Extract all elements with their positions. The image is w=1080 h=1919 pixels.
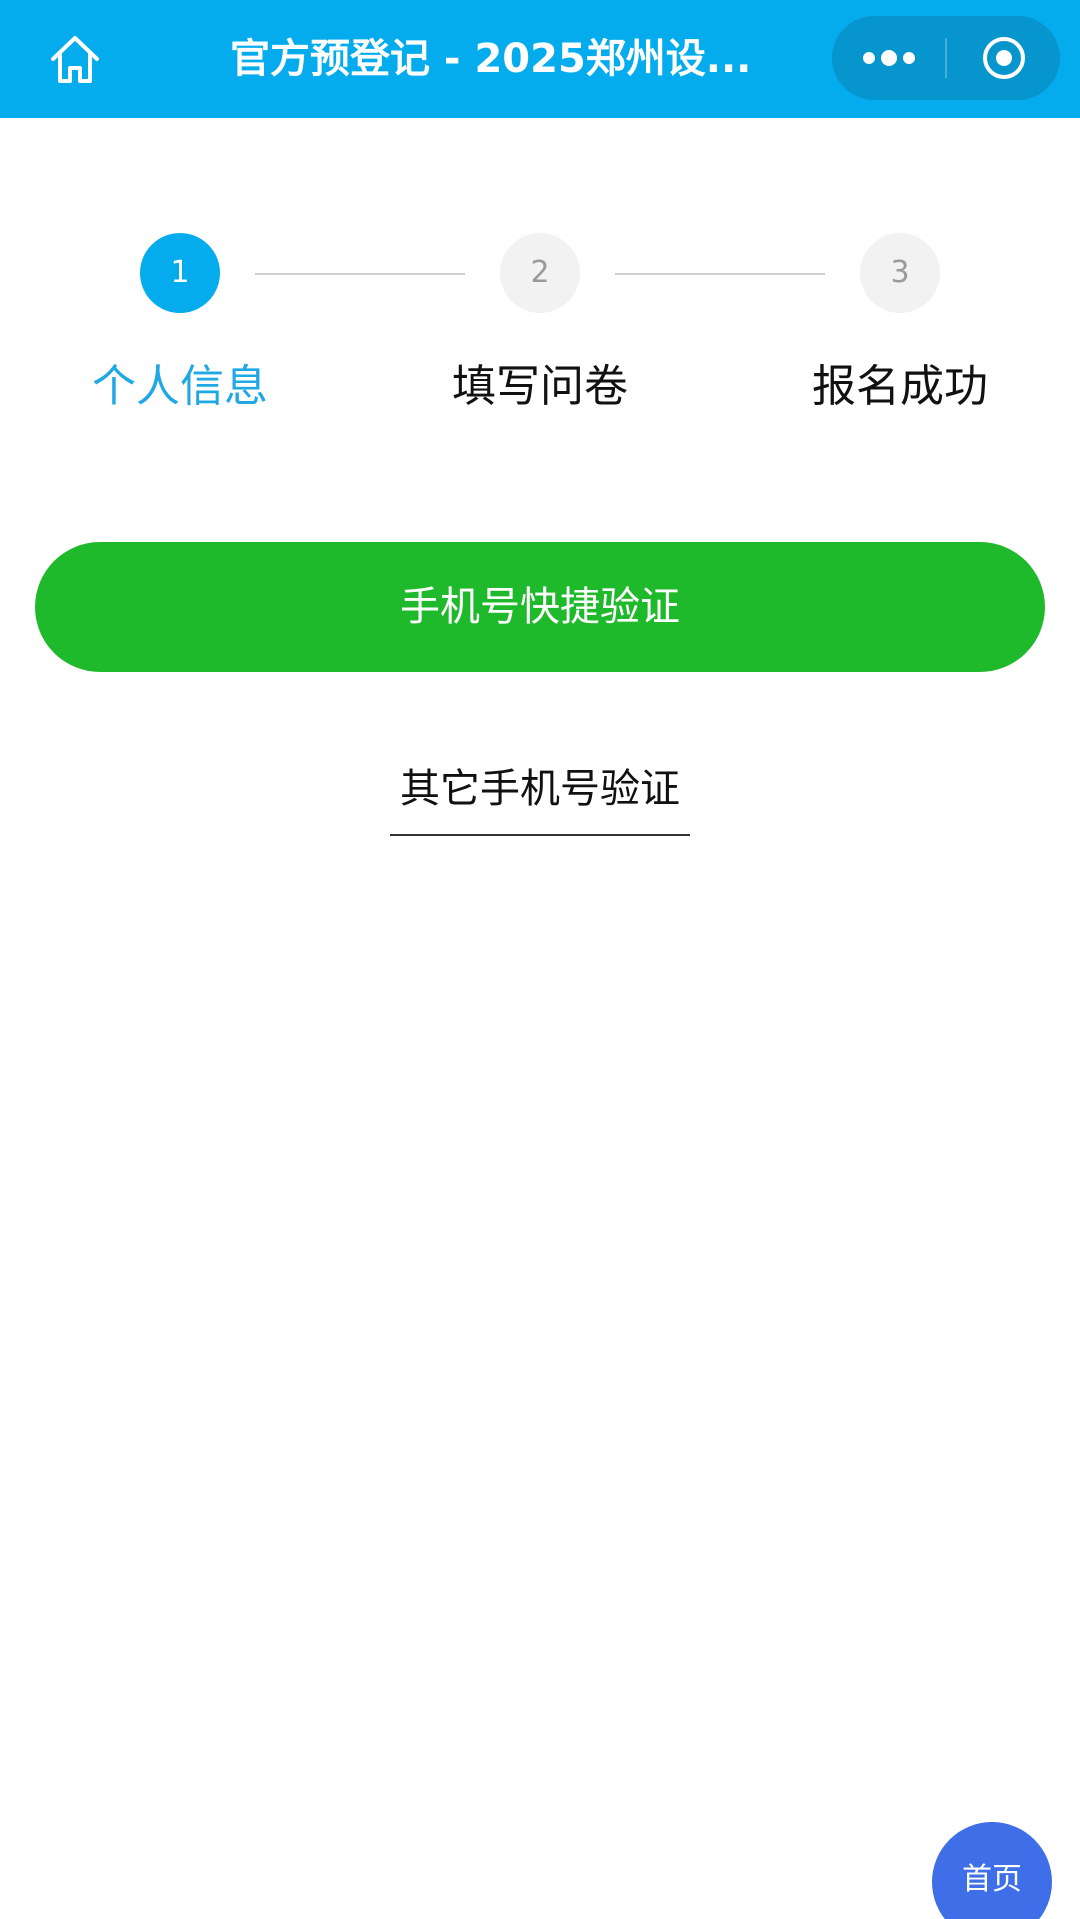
step-1-label: 个人信息: [92, 361, 268, 412]
navigation-bar: 官方预登记 - 2025郑州设...: [0, 0, 1080, 118]
more-dots-icon: [862, 50, 915, 66]
step-3-label: 报名成功: [812, 361, 988, 412]
other-phone-verify-link[interactable]: 其它手机号验证: [390, 756, 690, 836]
step-2-label: 填写问卷: [452, 361, 628, 412]
step-connector-2: [615, 273, 825, 275]
step-2-circle: 2: [500, 233, 580, 313]
home-icon: [51, 36, 99, 83]
page-title: 官方预登记 - 2025郑州设...: [230, 36, 752, 82]
home-button[interactable]: [40, 24, 110, 94]
floating-home-button[interactable]: 首页: [932, 1822, 1052, 1919]
page: 官方预登记 - 2025郑州设... 1 2 3 个人信息 填写问卷 报名成功 …: [0, 0, 1080, 1919]
step-3-circle: 3: [860, 233, 940, 313]
close-button[interactable]: [947, 16, 1060, 100]
more-button[interactable]: [832, 16, 945, 100]
step-1-circle: 1: [140, 233, 220, 313]
step-connector-1: [255, 273, 465, 275]
target-close-icon: [982, 37, 1025, 79]
quick-phone-verify-button[interactable]: 手机号快捷验证: [35, 542, 1045, 672]
mini-program-capsule: [832, 16, 1060, 100]
